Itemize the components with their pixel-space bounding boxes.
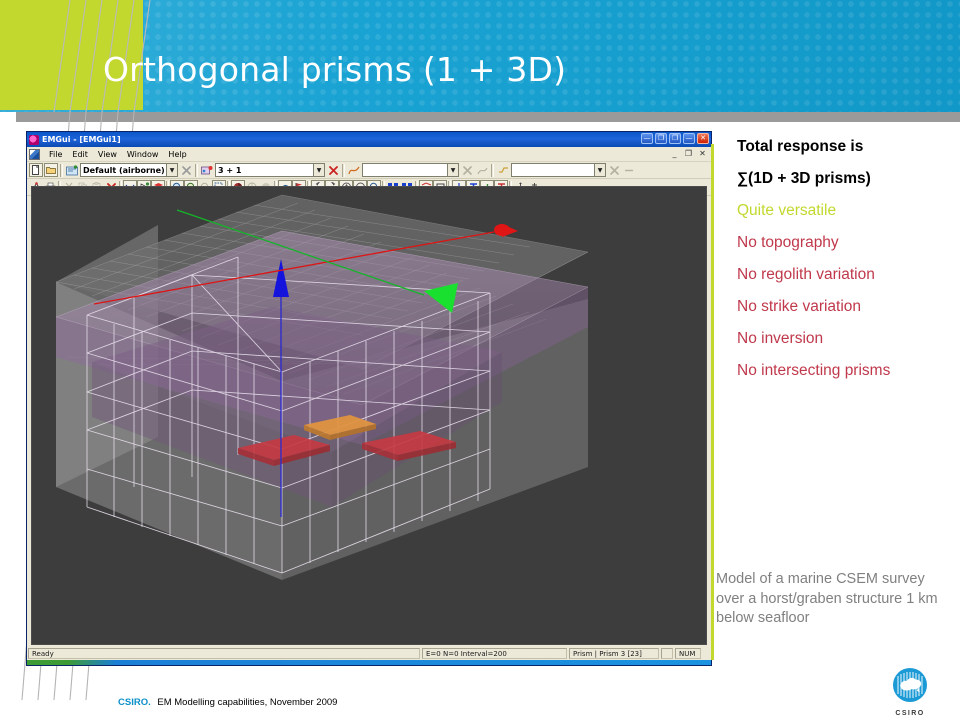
- curve-combo[interactable]: ▼: [362, 163, 459, 177]
- mdi-restore-button[interactable]: ❐: [683, 149, 694, 158]
- slide: Orthogonal prisms (1 + 3D) EMGui - [EMGu…: [0, 0, 960, 720]
- header-underline-bar: [0, 112, 960, 122]
- window-close-button[interactable]: ✕: [697, 133, 709, 144]
- channel-extra-icon[interactable]: [622, 163, 636, 177]
- bullet-no-inversion: No inversion: [737, 330, 824, 347]
- window-controls[interactable]: — ❐ ❐ — ✕: [641, 133, 709, 144]
- slide-header-banner: Orthogonal prisms (1 + 3D): [0, 0, 960, 112]
- app-toolbar-row-1[interactable]: Default (airborne) ▼ 3 + 1 ▼ ▼ ▼: [27, 162, 711, 179]
- app-statusbar: Ready E=0 N=0 Interval=200 Prism | Prism…: [28, 647, 710, 660]
- mdi-document-icon[interactable]: [29, 148, 40, 160]
- window-restore-button[interactable]: ❐: [655, 133, 667, 144]
- mdi-close-button[interactable]: ✕: [697, 149, 708, 158]
- mdi-minimize-button[interactable]: _: [669, 149, 680, 158]
- toolbar-separator: [342, 163, 345, 177]
- model-caption: Model of a marine CSEM survey over a hor…: [716, 571, 938, 626]
- menu-window[interactable]: Window: [122, 148, 164, 161]
- footer-brand: CSIRO.: [118, 697, 151, 708]
- window-help-button[interactable]: —: [683, 133, 695, 144]
- bullet-quite-versatile: Quite versatile: [737, 202, 837, 219]
- menu-help[interactable]: Help: [163, 148, 191, 161]
- csiro-logo-word: CSIRO: [895, 710, 925, 717]
- channel-combo[interactable]: ▼: [511, 163, 606, 177]
- toolbar-separator: [195, 163, 198, 177]
- mdi-window-controls[interactable]: _ ❐ ✕: [669, 149, 708, 158]
- chevron-down-icon[interactable]: ▼: [166, 164, 177, 176]
- chevron-down-icon[interactable]: ▼: [313, 164, 324, 176]
- open-folder-icon[interactable]: [44, 163, 58, 177]
- menu-file[interactable]: File: [44, 148, 67, 161]
- config-combo-value: 3 + 1: [218, 165, 242, 175]
- app-title: EMGui - [EMGui1]: [42, 134, 121, 144]
- app-bottom-accent-bar: [27, 660, 711, 665]
- chevron-down-icon[interactable]: ▼: [447, 164, 458, 176]
- status-num-indicator: NUM: [675, 648, 701, 659]
- emgui-application-window[interactable]: EMGui - [EMGui1] — ❐ ❐ — ✕ File Edit Vie…: [26, 131, 714, 666]
- bullet-total-response: Total response is: [737, 138, 864, 155]
- new-document-icon[interactable]: [29, 163, 43, 177]
- menu-view[interactable]: View: [93, 148, 122, 161]
- delete-curve-icon[interactable]: [460, 163, 474, 177]
- chevron-down-icon[interactable]: ▼: [594, 164, 605, 176]
- config-icon[interactable]: [200, 163, 214, 177]
- bullet-no-topography: No topography: [737, 234, 839, 251]
- app-titlebar: EMGui - [EMGui1] — ❐ ❐ — ✕: [27, 132, 711, 147]
- toolbar-separator: [491, 163, 494, 177]
- page-title: Orthogonal prisms (1 + 3D): [103, 50, 567, 89]
- toolbar-separator: [60, 163, 63, 177]
- app-icon: [29, 134, 39, 145]
- bullet-no-regolith-variation: No regolith variation: [737, 266, 875, 283]
- config-combo[interactable]: 3 + 1 ▼: [215, 163, 325, 177]
- status-ready: Ready: [28, 648, 420, 659]
- footer: CSIRO. EM Modelling capabilities, Novemb…: [118, 697, 337, 708]
- status-spacer: [661, 648, 673, 659]
- csiro-logo-icon: [893, 668, 927, 702]
- app-right-accent-edge: [711, 144, 714, 660]
- header-underline-gap: [0, 112, 16, 122]
- window-minimize-button[interactable]: —: [641, 133, 653, 144]
- system-icon[interactable]: [65, 163, 79, 177]
- status-coordinates: E=0 N=0 Interval=200: [422, 648, 567, 659]
- menu-edit[interactable]: Edit: [67, 148, 93, 161]
- status-selection: Prism | Prism 3 [23]: [569, 648, 659, 659]
- delete-system-icon[interactable]: [179, 163, 193, 177]
- window-maximize-button[interactable]: ❐: [669, 133, 681, 144]
- model-3d-scene[interactable]: [32, 187, 707, 645]
- system-combo[interactable]: Default (airborne) ▼: [80, 163, 178, 177]
- bullet-list: Total response is ∑(1D + 3D prisms) Quit…: [737, 138, 952, 394]
- model-viewport-3d[interactable]: [31, 186, 707, 645]
- csiro-logo: CSIRO: [888, 666, 932, 717]
- system-combo-value: Default (airborne): [83, 165, 165, 175]
- curve-extra-icon[interactable]: [475, 163, 489, 177]
- bullet-no-intersecting-prisms: No intersecting prisms: [737, 362, 891, 379]
- curve-icon[interactable]: [347, 163, 361, 177]
- delete-channel-icon[interactable]: [607, 163, 621, 177]
- delete-config-icon[interactable]: [326, 163, 340, 177]
- bullet-sum-formula: ∑(1D + 3D prisms): [737, 170, 871, 187]
- channel-icon[interactable]: [496, 163, 510, 177]
- footer-label: EM Modelling capabilities, November 2009: [157, 697, 338, 708]
- app-menubar[interactable]: File Edit View Window Help _ ❐ ✕: [27, 147, 711, 162]
- bullet-no-strike-variation: No strike variation: [737, 298, 862, 315]
